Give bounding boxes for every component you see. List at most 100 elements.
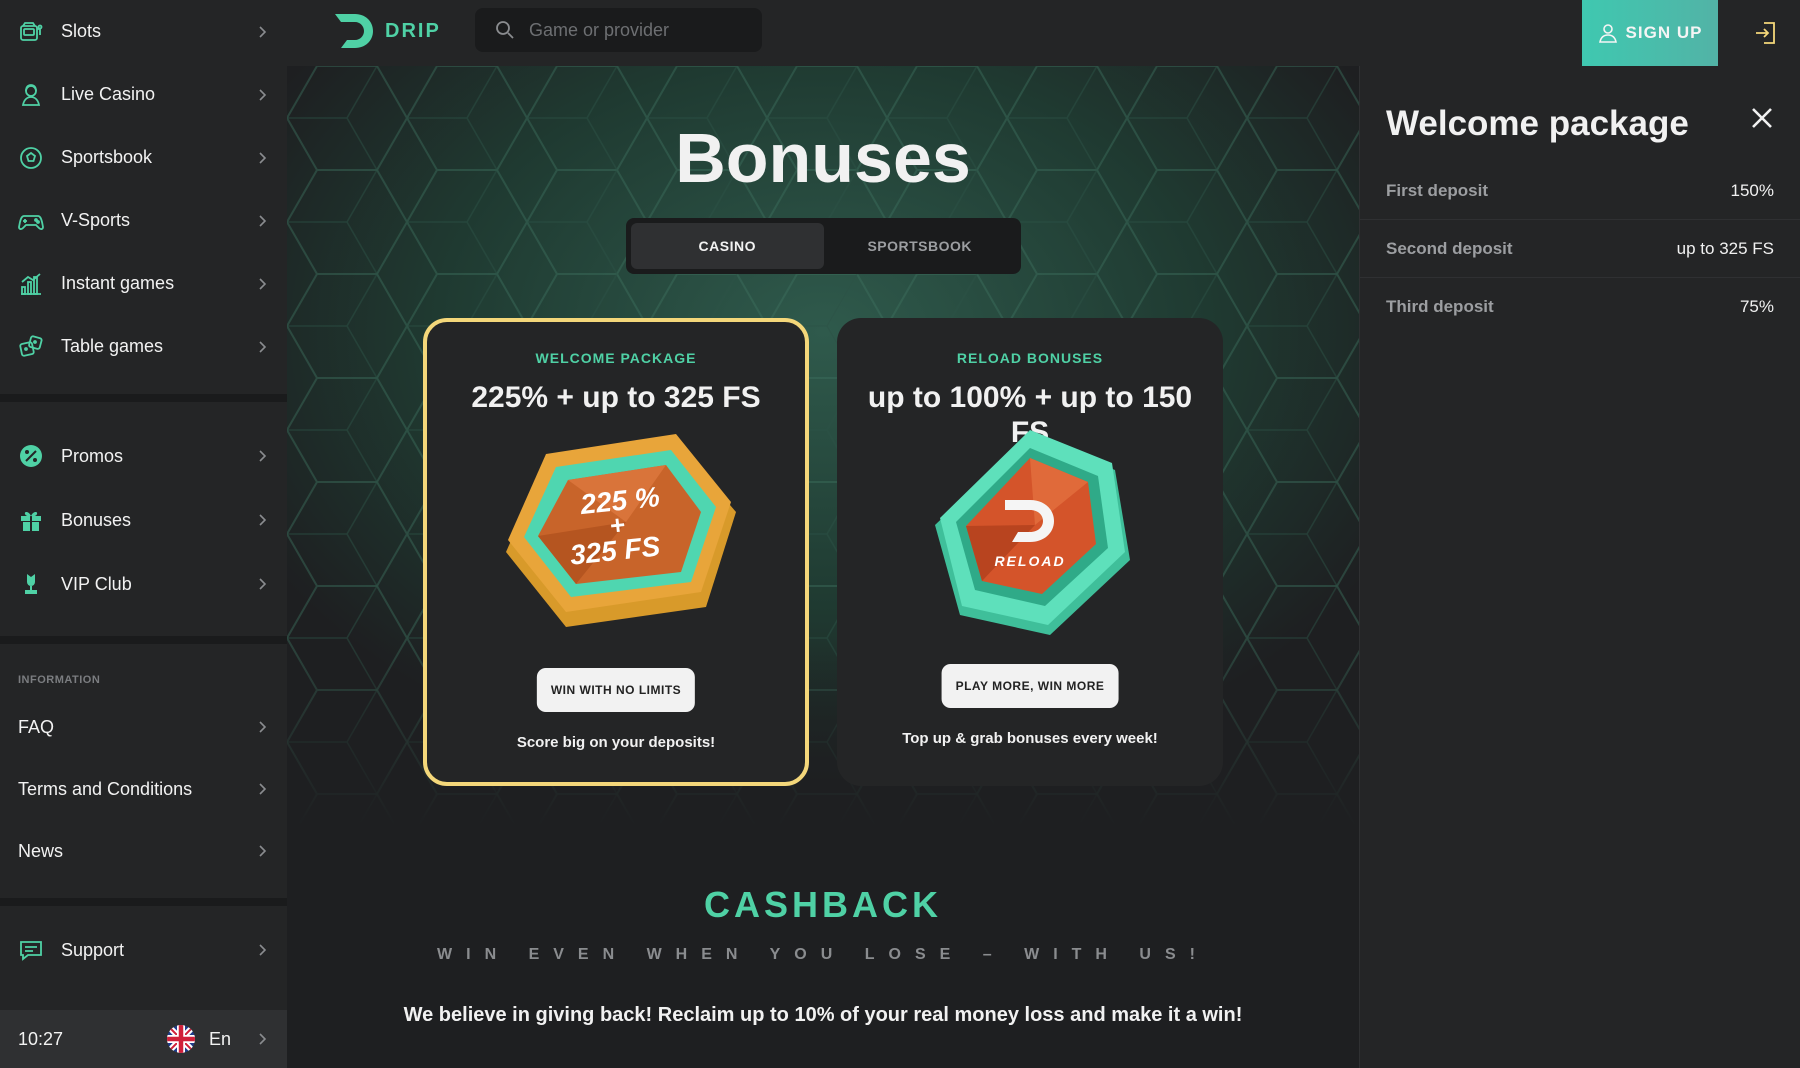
- deposit-label: Second deposit: [1386, 238, 1513, 258]
- sidebar-footer: 10:27 En: [0, 1010, 287, 1068]
- chevron-right-icon: [259, 783, 267, 795]
- sidebar-item-terms[interactable]: Terms and Conditions: [0, 758, 287, 820]
- sidebar-item-label: Table games: [61, 336, 164, 356]
- sidebar-item-live-casino[interactable]: Live Casino: [0, 63, 287, 126]
- close-icon[interactable]: [1750, 106, 1774, 130]
- card-label: RELOAD BONUSES: [956, 350, 1104, 366]
- search-box[interactable]: [475, 8, 762, 52]
- sidebar-item-label: Promos: [61, 445, 124, 466]
- top-header: DRIP SIGN UP: [287, 0, 1800, 66]
- sidebar-item-instant-games[interactable]: Instant games: [0, 252, 287, 315]
- dice-icon: [18, 334, 44, 360]
- login-icon: [1756, 22, 1775, 44]
- sidebar-item-label: FAQ: [18, 716, 55, 737]
- card-title: 225% + up to 325 FS: [471, 381, 761, 414]
- deposit-label: First deposit: [1386, 180, 1489, 200]
- sidebar-item-sportsbook[interactable]: Sportsbook: [0, 126, 287, 189]
- soccer-ball-icon: [18, 145, 44, 171]
- sidebar-item-label: Slots: [61, 21, 102, 41]
- info-nav: FAQ Terms and Conditions News: [0, 696, 287, 882]
- sidebar-item-label: Terms and Conditions: [18, 778, 193, 799]
- reload-bonuses-card[interactable]: RELOAD BONUSES up to 100% + up to 150 FS…: [837, 318, 1223, 786]
- sign-up-label: SIGN UP: [1625, 23, 1703, 42]
- bar-chart-icon: [18, 271, 44, 297]
- welcome-package-card[interactable]: WELCOME PACKAGE 225% + up to 325 FS 225 …: [423, 318, 809, 786]
- win-with-no-limits-button[interactable]: WIN WITH NO LIMITS: [536, 668, 696, 712]
- search-icon: [496, 21, 514, 39]
- cashback-description: We believe in giving back! Reclaim up to…: [403, 1004, 1243, 1026]
- sidebar: Slots Live Casino Sportsbook V-Sports In…: [0, 0, 287, 1068]
- chevron-right-icon: [259, 88, 267, 101]
- cashback-subtitle: WIN EVEN WHEN YOU LOSE – WITH US!: [437, 946, 1209, 963]
- trophy-icon: [18, 571, 44, 597]
- sidebar-item-label: Support: [61, 939, 125, 960]
- sidebar-item-label: V-Sports: [61, 210, 131, 230]
- sidebar-divider: [0, 394, 287, 402]
- bonus-tabs: CASINO SPORTSBOOK: [626, 218, 1021, 274]
- gift-icon: [18, 507, 44, 533]
- chevron-right-icon: [259, 151, 267, 164]
- chat-icon: [18, 937, 44, 963]
- user-icon: [1598, 24, 1617, 43]
- sidebar-item-label: Live Casino: [61, 84, 156, 104]
- chevron-right-icon: [259, 578, 267, 590]
- chevron-right-icon: [259, 214, 267, 227]
- cashback-title: CASHBACK: [704, 884, 942, 925]
- information-heading: INFORMATION: [18, 674, 101, 686]
- sidebar-item-news[interactable]: News: [0, 820, 287, 882]
- promo-nav: Promos Bonuses VIP Club: [0, 402, 287, 636]
- drip-logo-icon: [335, 14, 373, 48]
- sidebar-item-table-games[interactable]: Table games: [0, 315, 287, 378]
- chevron-right-icon: [259, 944, 267, 956]
- main-nav: Slots Live Casino Sportsbook V-Sports In…: [0, 0, 287, 378]
- login-button[interactable]: [1732, 0, 1798, 66]
- main-content: Bonuses CASINO SPORTSBOOK WELCOME PACKAG…: [287, 66, 1359, 1068]
- page-title: Bonuses: [675, 119, 971, 197]
- play-more-win-more-button[interactable]: PLAY MORE, WIN MORE: [941, 664, 1119, 708]
- deposit-label: Third deposit: [1386, 297, 1494, 316]
- chevron-right-icon: [259, 1033, 267, 1045]
- deposit-value: up to 325 FS: [1676, 238, 1774, 258]
- language-selector[interactable]: En: [166, 1010, 269, 1068]
- welcome-package-panel: Welcome package First deposit 150% Secon…: [1359, 66, 1800, 1068]
- sidebar-item-bonuses[interactable]: Bonuses: [0, 488, 287, 552]
- list-item: First deposit 150%: [1360, 162, 1800, 220]
- sidebar-item-vip-club[interactable]: VIP Club: [0, 552, 287, 616]
- sidebar-item-v-sports[interactable]: V-Sports: [0, 189, 287, 252]
- sidebar-item-label: VIP Club: [61, 573, 132, 594]
- clock: 10:27: [18, 1028, 64, 1049]
- sidebar-item-slots[interactable]: Slots: [0, 0, 287, 63]
- reload-hexagon-chip-icon: RELOAD: [935, 430, 1130, 635]
- sign-up-button[interactable]: SIGN UP: [1582, 0, 1718, 66]
- chevron-right-icon: [259, 845, 267, 857]
- chevron-right-icon: [259, 277, 267, 290]
- sidebar-divider: [0, 636, 287, 644]
- sidebar-item-support[interactable]: Support: [0, 918, 287, 982]
- panel-title: Welcome package: [1386, 104, 1689, 143]
- chevron-right-icon: [259, 514, 267, 526]
- slot-machine-icon: [18, 19, 44, 45]
- sidebar-item-promos[interactable]: Promos: [0, 424, 287, 488]
- sidebar-divider: [0, 898, 287, 906]
- list-item: Third deposit 75%: [1360, 278, 1800, 336]
- uk-flag-icon: [166, 1025, 195, 1053]
- sidebar-item-label: News: [18, 840, 64, 861]
- live-dealer-icon: [18, 82, 44, 108]
- chevron-right-icon: [259, 340, 267, 353]
- logo-text: DRIP: [385, 19, 441, 42]
- chip-text: RELOAD: [994, 553, 1065, 569]
- tab-casino[interactable]: CASINO: [631, 223, 824, 269]
- sidebar-item-faq[interactable]: FAQ: [0, 696, 287, 758]
- chevron-right-icon: [259, 721, 267, 733]
- search-input[interactable]: [529, 19, 749, 41]
- logo[interactable]: DRIP: [331, 12, 441, 50]
- list-item: Second deposit up to 325 FS: [1360, 220, 1800, 278]
- card-label: WELCOME PACKAGE: [535, 350, 697, 366]
- welcome-hexagon-chip-icon: 225 % + 325 FS: [506, 434, 736, 627]
- deposit-list: First deposit 150% Second deposit up to …: [1360, 162, 1800, 336]
- deposit-value: 150%: [1730, 180, 1774, 200]
- tab-sportsbook[interactable]: SPORTSBOOK: [824, 223, 1017, 269]
- percent-icon: [18, 443, 44, 469]
- sidebar-item-label: Bonuses: [61, 509, 132, 530]
- sidebar-item-label: Sportsbook: [61, 147, 153, 167]
